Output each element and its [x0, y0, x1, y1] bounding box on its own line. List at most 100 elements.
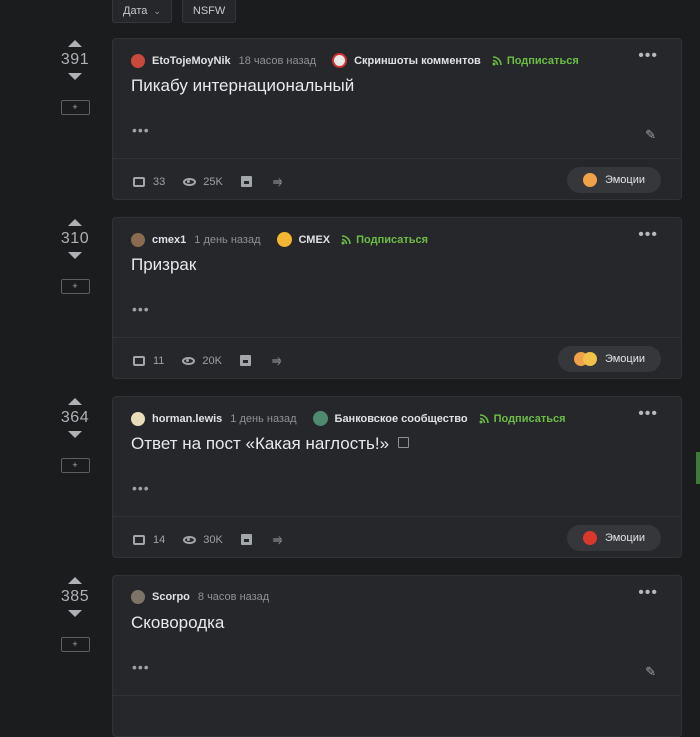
post-time: 18 часов назад — [238, 54, 317, 67]
show-more-icon[interactable]: ••• — [132, 660, 150, 674]
post-time: 1 день назад — [194, 233, 261, 246]
downvote-icon[interactable] — [68, 431, 82, 438]
emotions-button[interactable]: Эмоции — [566, 167, 661, 193]
author-avatar[interactable] — [131, 590, 145, 604]
community-icon[interactable] — [312, 411, 328, 426]
scroll-indicator[interactable] — [696, 452, 700, 484]
community-name[interactable]: Банковское сообщество — [335, 413, 468, 425]
emotions-button[interactable]: Эмоции — [566, 525, 661, 551]
chevron-down-icon: ⌄ — [153, 5, 161, 16]
emoji-icon — [582, 173, 597, 187]
rss-icon — [492, 55, 502, 66]
save-icon[interactable] — [240, 355, 251, 366]
emoji-icon — [582, 352, 597, 366]
show-more-icon[interactable]: ••• — [132, 302, 150, 316]
expand-plus-button[interactable]: + — [60, 279, 90, 294]
author-name[interactable]: cmex1 — [152, 234, 186, 246]
divider — [113, 337, 681, 338]
post-card: cmex1 1 день назад СМЕХ Подписаться ••• … — [112, 217, 682, 379]
emotions-label: Эмоции — [604, 174, 645, 186]
author-name[interactable]: horman.lewis — [152, 413, 222, 425]
post: 310 + cmex1 1 день назад СМЕХ Подписатьс… — [0, 217, 700, 379]
comments-icon[interactable] — [133, 534, 145, 545]
rss-icon — [341, 234, 351, 245]
subscribe-label: Подписаться — [356, 233, 429, 246]
views-icon — [183, 177, 197, 186]
show-more-icon[interactable]: ••• — [132, 481, 150, 495]
show-more-icon[interactable]: ••• — [132, 123, 150, 137]
expand-plus-button[interactable]: + — [60, 100, 90, 115]
downvote-icon[interactable] — [68, 610, 82, 617]
edit-icon[interactable]: ✎ — [645, 664, 656, 680]
post-time: 1 день назад — [230, 412, 297, 425]
save-icon[interactable] — [240, 176, 252, 187]
downvote-icon[interactable] — [68, 73, 82, 80]
post-title-row: Ответ на пост «Какая наглость!» — [131, 434, 410, 454]
community-icon[interactable] — [276, 232, 292, 247]
author-avatar[interactable] — [131, 232, 145, 247]
edit-icon[interactable]: ✎ — [645, 127, 656, 143]
post-menu-icon[interactable]: ••• — [638, 48, 658, 64]
post-menu-icon[interactable]: ••• — [638, 227, 658, 243]
emotions-label: Эмоции — [604, 532, 645, 544]
post-title[interactable]: Пикабу интернациональный — [131, 76, 354, 96]
post-title[interactable]: Сковородка — [131, 613, 224, 633]
subscribe-button[interactable]: Подписаться — [479, 413, 566, 425]
community-icon[interactable] — [332, 53, 348, 68]
views-count: 25K — [203, 175, 223, 188]
post-menu-icon[interactable]: ••• — [638, 406, 658, 422]
community-name[interactable]: Скриншоты комментов — [354, 55, 481, 67]
views-count: 30K — [203, 533, 223, 546]
comments-count[interactable]: 33 — [153, 176, 165, 188]
subscribe-label: Подписаться — [506, 54, 579, 67]
save-icon[interactable] — [240, 534, 252, 545]
nsfw-filter-button[interactable]: NSFW — [181, 0, 237, 23]
post-card: EtoTojeMoyNik 18 часов назад Скриншоты к… — [112, 38, 682, 200]
views-count: 20K — [202, 354, 222, 367]
emoji-group — [573, 352, 597, 366]
views-icon — [182, 356, 196, 365]
expand-plus-button[interactable]: + — [60, 458, 90, 473]
vote-column: 391 + — [58, 38, 92, 115]
post-card: horman.lewis 1 день назад Банковское соо… — [112, 396, 682, 558]
post-menu-icon[interactable]: ••• — [638, 585, 658, 601]
date-filter-dropdown[interactable]: Дата ⌄ — [112, 0, 172, 23]
rss-icon — [479, 413, 489, 424]
post: 391 + EtoTojeMoyNik 18 часов назад Скрин… — [0, 38, 700, 200]
emotions-button[interactable]: Эмоции — [557, 346, 661, 372]
author-name[interactable]: EtoTojeMoyNik — [152, 55, 231, 67]
author-name[interactable]: Scorpo — [152, 591, 190, 603]
vote-column: 385 + — [58, 575, 92, 652]
author-avatar[interactable] — [131, 53, 145, 68]
post-rating: 310 — [60, 230, 90, 247]
emotions-label: Эмоции — [604, 353, 645, 365]
downvote-icon[interactable] — [68, 252, 82, 259]
external-link-icon[interactable] — [398, 437, 410, 448]
divider — [113, 516, 681, 517]
comments-count[interactable]: 11 — [153, 355, 164, 367]
subscribe-label: Подписаться — [493, 412, 566, 425]
vote-column: 364 + — [58, 396, 92, 473]
post-rating: 385 — [60, 588, 90, 605]
subscribe-button[interactable]: Подписаться — [341, 234, 428, 246]
post-title[interactable]: Призрак — [131, 255, 196, 275]
upvote-icon[interactable] — [68, 40, 82, 47]
share-icon[interactable]: ⥤ — [273, 174, 283, 189]
comments-count[interactable]: 14 — [153, 534, 165, 546]
divider — [113, 695, 681, 696]
upvote-icon[interactable] — [68, 219, 82, 226]
post-title[interactable]: Ответ на пост «Какая наглость!» — [131, 434, 389, 453]
post-rating: 391 — [60, 51, 90, 68]
community-name[interactable]: СМЕХ — [299, 234, 331, 246]
expand-plus-button[interactable]: + — [60, 637, 90, 652]
share-icon[interactable]: ⥤ — [273, 532, 283, 547]
comments-icon[interactable] — [133, 176, 145, 187]
upvote-icon[interactable] — [68, 577, 82, 584]
subscribe-button[interactable]: Подписаться — [492, 55, 579, 67]
comments-icon[interactable] — [133, 355, 145, 366]
author-avatar[interactable] — [131, 411, 145, 426]
upvote-icon[interactable] — [68, 398, 82, 405]
post-card: Scorpo 8 часов назад ••• Сковородка ••• … — [112, 575, 682, 737]
share-icon[interactable]: ⥤ — [272, 353, 282, 368]
nsfw-filter-label: NSFW — [192, 5, 226, 17]
